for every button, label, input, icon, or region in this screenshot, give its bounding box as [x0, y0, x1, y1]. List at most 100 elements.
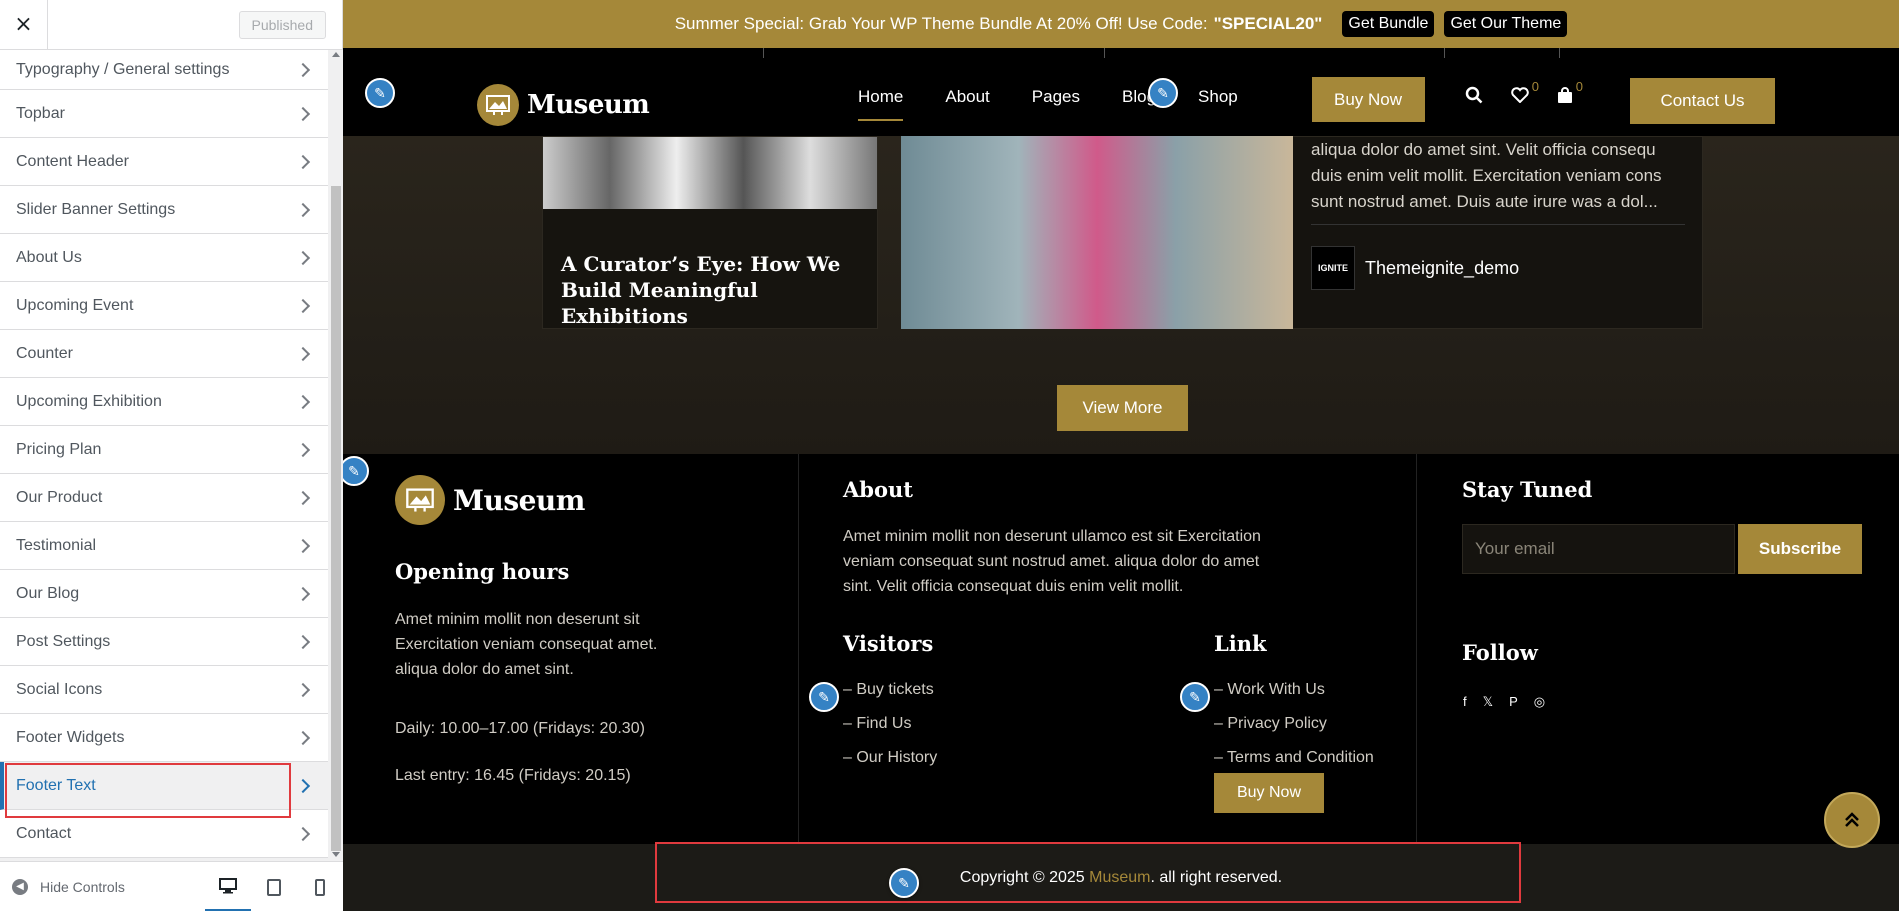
- blog-author[interactable]: IGNITE Themeignite_demo: [1311, 246, 1519, 290]
- scroll-down-icon[interactable]: [332, 852, 340, 857]
- sidebar-scrollbar[interactable]: [329, 50, 343, 861]
- chevron-right-icon: [295, 586, 311, 601]
- get-theme-button[interactable]: Get Our Theme: [1444, 11, 1568, 37]
- scroll-to-top-icon[interactable]: [1824, 792, 1880, 848]
- section-post-settings[interactable]: Post Settings: [0, 618, 328, 666]
- section-upcoming-event[interactable]: Upcoming Event: [0, 282, 328, 330]
- header-contact-button[interactable]: Contact Us: [1630, 78, 1775, 124]
- chevron-right-icon: [295, 634, 311, 649]
- author-name: Themeignite_demo: [1365, 257, 1520, 278]
- site-footer: Museum Opening hours Amet minim mollit n…: [343, 454, 1899, 844]
- footer-link[interactable]: – Find Us: [843, 715, 911, 733]
- chevron-right-icon: [295, 346, 311, 361]
- x-twitter-icon[interactable]: 𝕏: [1483, 694, 1493, 710]
- section-label: About Us: [16, 248, 82, 266]
- scroll-up-icon[interactable]: [332, 52, 340, 57]
- site-logo[interactable]: Museum: [477, 84, 650, 126]
- buy-now-label: Buy Now: [1334, 89, 1403, 109]
- mobile-preview-icon[interactable]: [297, 862, 343, 911]
- facebook-icon[interactable]: f: [1463, 694, 1467, 710]
- divider: [1444, 48, 1445, 58]
- customizer-app: × Published Typography / General setting…: [0, 0, 1899, 911]
- hide-controls-icon[interactable]: ◀: [12, 878, 28, 895]
- section-label: Our Product: [16, 488, 103, 506]
- footer-link[interactable]: – Work With Us: [1214, 681, 1325, 699]
- footer-link[interactable]: – Privacy Policy: [1214, 715, 1327, 733]
- footer-buy-now-button[interactable]: Buy Now: [1214, 773, 1324, 813]
- blog-card-excerpt: aliqua dolor do amet sint. Velit officia…: [1311, 140, 1662, 211]
- tablet-preview-icon[interactable]: [251, 862, 297, 911]
- section-label: Counter: [16, 344, 73, 362]
- subscribe-button[interactable]: Subscribe: [1738, 524, 1862, 574]
- section-upcoming-exhibition[interactable]: Upcoming Exhibition: [0, 378, 328, 426]
- section-topbar[interactable]: Topbar: [0, 90, 328, 138]
- chevron-right-icon: [295, 154, 311, 169]
- section-label: Footer Widgets: [16, 728, 125, 746]
- published-button[interactable]: Published: [238, 10, 326, 39]
- divider: [798, 454, 799, 844]
- daily-hours: Daily: 10.00–17.00 (Fridays: 20.30): [395, 720, 645, 737]
- section-label: Post Settings: [16, 632, 111, 650]
- chevron-right-icon: [295, 538, 311, 553]
- main-nav: Home About Pages Blog Shop: [858, 58, 1280, 136]
- cart-count: 0: [1575, 78, 1583, 94]
- footer-logo[interactable]: Museum: [395, 475, 585, 525]
- nav-shop[interactable]: Shop: [1198, 87, 1238, 107]
- section-label: Pricing Plan: [16, 440, 102, 458]
- newsletter-email-input[interactable]: Your email: [1462, 524, 1735, 574]
- hide-controls-button[interactable]: Hide Controls: [40, 879, 125, 895]
- blog-card-title[interactable]: A Curator’s Eye: How We Build Meaningful…: [543, 209, 877, 329]
- view-more-button[interactable]: View More: [1057, 385, 1188, 431]
- section-our-product[interactable]: Our Product: [0, 474, 328, 522]
- edit-shortcut-icon[interactable]: ✎: [1180, 682, 1210, 712]
- section-slider-banner[interactable]: Slider Banner Settings: [0, 186, 328, 234]
- footer-link[interactable]: – Our History: [843, 749, 937, 767]
- wishlist-heart-icon[interactable]: 0: [1511, 79, 1539, 108]
- section-social-icons[interactable]: Social Icons: [0, 666, 328, 714]
- edit-shortcut-icon[interactable]: ✎: [365, 78, 395, 108]
- close-icon[interactable]: ×: [0, 0, 48, 50]
- copyright-highlight: [655, 842, 1521, 903]
- edit-shortcut-icon[interactable]: ✎: [1148, 78, 1178, 108]
- social-links: f 𝕏 P ◎: [1463, 694, 1561, 710]
- get-bundle-button[interactable]: Get Bundle: [1342, 11, 1435, 37]
- chevron-right-icon: [295, 826, 311, 841]
- instagram-icon[interactable]: ◎: [1534, 694, 1545, 710]
- section-testimonial[interactable]: Testimonial: [0, 522, 328, 570]
- footer-link[interactable]: – Buy tickets: [843, 681, 934, 699]
- cart-bag-icon[interactable]: 0: [1557, 79, 1583, 109]
- desktop-preview-icon[interactable]: [205, 862, 251, 911]
- sidebar-footer: ◀ Hide Controls: [0, 861, 343, 911]
- section-typography[interactable]: Typography / General settings: [0, 50, 328, 90]
- section-pricing-plan[interactable]: Pricing Plan: [0, 426, 328, 474]
- section-about-us[interactable]: About Us: [0, 234, 328, 282]
- section-footer-widgets[interactable]: Footer Widgets: [0, 714, 328, 762]
- chevron-right-icon: [295, 682, 311, 697]
- divider: [1311, 224, 1685, 225]
- pinterest-icon[interactable]: P: [1509, 694, 1518, 710]
- section-our-blog[interactable]: Our Blog: [0, 570, 328, 618]
- blog-card-image[interactable]: [901, 136, 1293, 329]
- author-avatar: IGNITE: [1311, 246, 1355, 290]
- edit-shortcut-icon[interactable]: ✎: [889, 868, 919, 898]
- blog-card-image: [543, 137, 877, 209]
- section-content-header[interactable]: Content Header: [0, 138, 328, 186]
- section-label: Testimonial: [16, 536, 97, 554]
- nav-home[interactable]: Home: [858, 87, 904, 121]
- search-icon[interactable]: [1465, 86, 1483, 109]
- logo-text: Museum: [453, 483, 585, 517]
- blog-card[interactable]: A Curator’s Eye: How We Build Meaningful…: [542, 136, 878, 329]
- device-switcher: [205, 862, 343, 911]
- footer-link[interactable]: – Terms and Condition: [1214, 749, 1374, 767]
- nav-pages[interactable]: Pages: [1032, 87, 1080, 107]
- nav-about[interactable]: About: [945, 87, 989, 107]
- about-text: Amet minim mollit non deserunt ullamco e…: [843, 528, 1261, 595]
- scrollbar-thumb[interactable]: [331, 186, 341, 851]
- chevron-right-icon: [295, 298, 311, 313]
- section-counter[interactable]: Counter: [0, 330, 328, 378]
- header-buy-now-button[interactable]: Buy Now: [1312, 77, 1425, 122]
- site-header: Museum Home About Pages Blog Shop Buy No…: [343, 58, 1899, 136]
- chevron-right-icon: [295, 730, 311, 745]
- edit-shortcut-icon[interactable]: ✎: [809, 682, 839, 712]
- chevron-right-icon: [295, 394, 311, 409]
